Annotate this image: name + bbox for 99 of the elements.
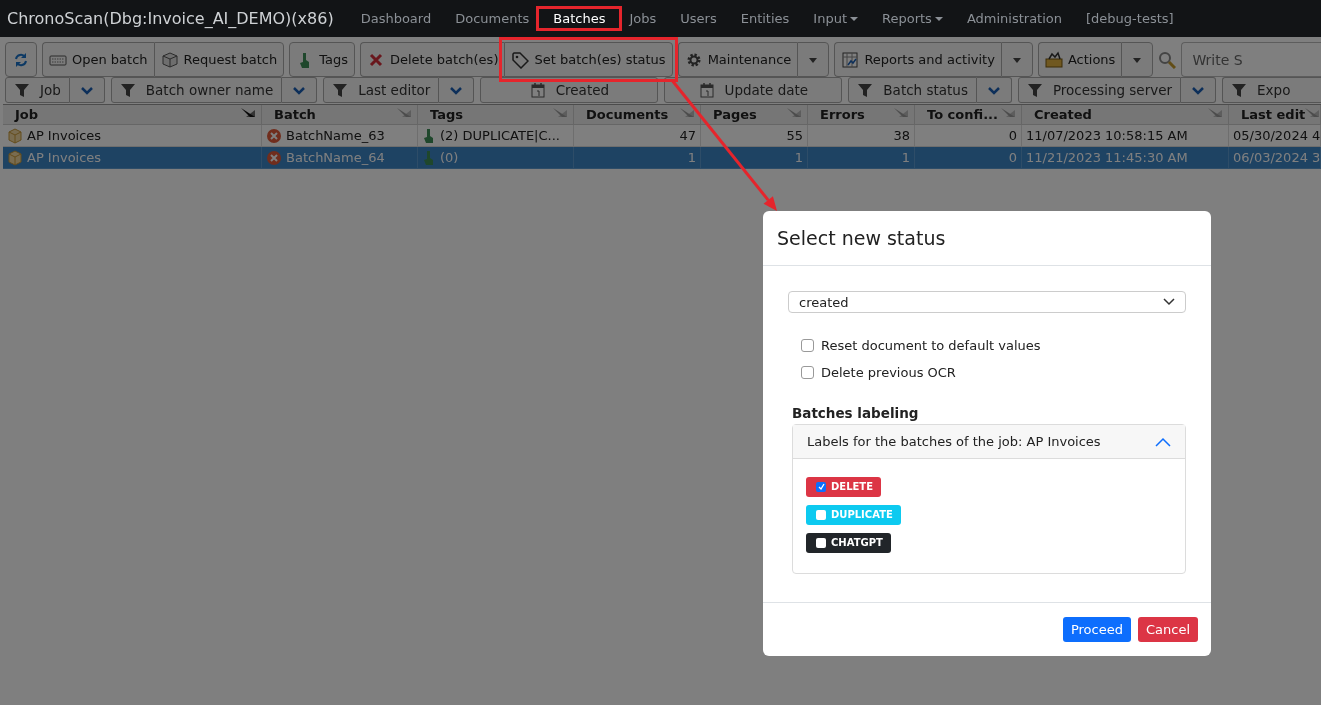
nav-link[interactable]: [debug-tests] (1074, 11, 1186, 26)
checkbox-label: Delete previous OCR (821, 365, 956, 380)
column-header[interactable]: Created (1022, 105, 1229, 125)
filter-icon (14, 82, 30, 98)
column-header[interactable]: Errors (808, 105, 915, 125)
toolbar-button[interactable]: Actions (1037, 42, 1122, 77)
column-header[interactable]: Job (3, 105, 262, 125)
cube-icon (7, 127, 23, 144)
dropdown-button[interactable] (1000, 42, 1033, 77)
calendar-icon (698, 82, 715, 98)
chevron-down-icon (986, 85, 1001, 95)
column-header[interactable]: Documents (574, 105, 701, 125)
chevron-down-icon (1191, 85, 1206, 95)
search-field[interactable]: Write S (1181, 42, 1321, 77)
table-cell: 1 (574, 147, 701, 169)
toolbar-button[interactable]: Set batch(es) status (504, 42, 673, 77)
filter-button[interactable]: Batch status (848, 77, 977, 103)
select-value: created (799, 294, 849, 310)
label-tag[interactable]: DELETE (806, 477, 881, 497)
tag-hand-icon (422, 127, 436, 144)
table-cell: (0) (418, 147, 574, 169)
nav-link[interactable]: Reports (870, 11, 955, 26)
column-header[interactable]: Last edit (1229, 105, 1321, 125)
chevron-down-icon (449, 85, 464, 95)
dropdown-button[interactable] (1181, 77, 1217, 103)
nav-link[interactable]: Administration (954, 11, 1075, 26)
column-header[interactable]: Batch (262, 105, 418, 125)
cube-icon (7, 149, 23, 166)
filter-icon (857, 82, 874, 98)
search-icon (1158, 50, 1177, 69)
dropdown-button[interactable] (282, 77, 318, 103)
filter-icon (119, 82, 136, 98)
chevron-up-icon (1155, 436, 1171, 447)
checkbox[interactable] (801, 366, 814, 379)
calendar-icon (529, 82, 546, 98)
nav-link[interactable]: Documents (443, 11, 542, 26)
nav-link[interactable]: Batches (541, 11, 618, 26)
toolbar-button[interactable]: Request batch (153, 42, 285, 77)
table-cell: BatchName_64 (262, 147, 418, 169)
toolbar-button[interactable]: Reports and activity (834, 42, 1001, 77)
column-header[interactable]: To confi... (915, 105, 1022, 125)
checkbox[interactable] (816, 537, 826, 548)
chevron-down-icon (292, 85, 307, 95)
accordion-title: Labels for the batches of the job: AP Invoices (807, 434, 1101, 449)
nav-link[interactable]: Input (801, 11, 870, 26)
report-icon (841, 50, 860, 69)
label-tag[interactable]: CHATGPT (806, 533, 891, 553)
toolbar-button[interactable]: Tags (289, 42, 355, 77)
filter-button[interactable]: Last editor (323, 77, 440, 103)
toolbar-button[interactable]: Delete batch(es) (360, 42, 505, 77)
caret-icon (850, 16, 858, 21)
error-icon (266, 149, 282, 166)
nav-link[interactable]: Dashboard (348, 11, 444, 26)
toolbox-icon (1044, 50, 1063, 69)
filter-button[interactable]: Update date (664, 77, 843, 103)
table-cell: AP Invoices (3, 147, 262, 169)
table-cell: 0 (915, 147, 1022, 169)
checkbox-label: Reset document to default values (821, 338, 1041, 353)
dropdown-button[interactable] (439, 77, 475, 103)
filter-button[interactable]: Processing server (1017, 77, 1182, 103)
dialog-title: Select new status (777, 227, 947, 249)
error-icon (266, 127, 282, 144)
app-title: ChronoScan(Dbg:Invoice_AI_DEMO)(x86) (7, 9, 334, 28)
filter-icon (332, 82, 349, 98)
checkbox[interactable] (816, 481, 826, 492)
accordion-header[interactable]: Labels for the batches of the job: AP Invoices (793, 425, 1185, 459)
checkbox[interactable] (801, 339, 814, 352)
toolbar-button[interactable]: Open batch (42, 42, 154, 77)
dropdown-button[interactable] (976, 77, 1012, 103)
table-cell: 11/21/2023 11:45:30 AM (1022, 147, 1229, 169)
box-icon (160, 50, 179, 69)
column-header[interactable]: Tags (418, 105, 574, 125)
dropdown-button[interactable] (69, 77, 105, 103)
proceed-button[interactable]: Proceed (1062, 617, 1131, 642)
filter-button[interactable]: Expo (1222, 77, 1321, 103)
table-cell: 1 (701, 147, 808, 169)
tag-icon (511, 50, 530, 69)
cancel-button[interactable]: Cancel (1137, 617, 1198, 642)
refresh-button[interactable] (5, 42, 37, 77)
status-select[interactable]: created (788, 291, 1186, 313)
chevron-down-icon (1163, 298, 1175, 306)
checkbox[interactable] (816, 509, 826, 520)
nav-link[interactable]: Users (668, 11, 729, 26)
filter-icon (1026, 82, 1043, 98)
section-title: Batches labeling (792, 405, 920, 421)
nav-link[interactable]: Jobs (617, 11, 669, 26)
caret-icon (934, 16, 943, 21)
column-header[interactable]: Pages (701, 105, 808, 125)
filter-icon (1231, 82, 1248, 98)
tag-hand-icon (422, 149, 436, 166)
dropdown-button[interactable] (797, 42, 830, 77)
chevron-down-icon (79, 85, 94, 95)
nav-link[interactable]: Entities (728, 11, 802, 26)
filter-button[interactable]: Job (5, 77, 70, 103)
table-cell: 1 (808, 147, 915, 169)
toolbar-button[interactable]: Maintenance (677, 42, 798, 77)
dropdown-button[interactable] (1121, 42, 1154, 77)
filter-button[interactable]: Batch owner name (110, 77, 283, 103)
table-cell: 06/03/2024 3 (1229, 147, 1321, 169)
